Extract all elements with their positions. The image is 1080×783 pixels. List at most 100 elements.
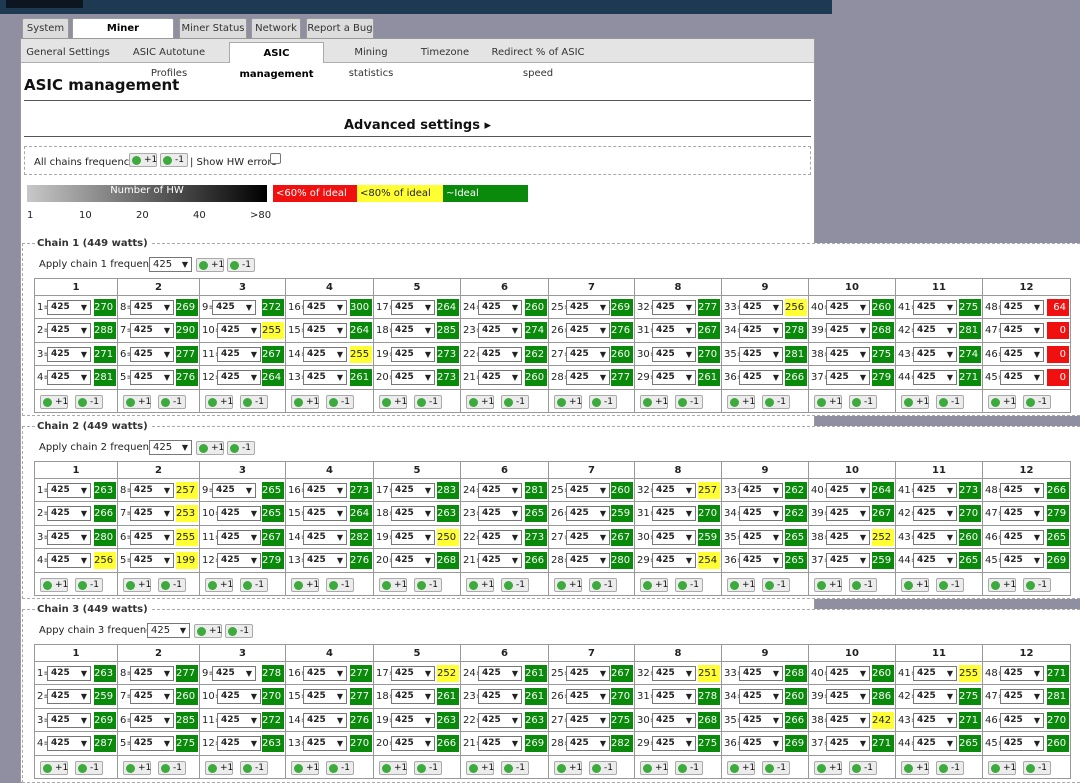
column-minus-button[interactable]: -1 <box>762 394 790 409</box>
asic-frequency-select[interactable]: 425 <box>739 483 783 498</box>
column-plus-button[interactable]: +1 <box>466 760 494 775</box>
chain-frequency-select[interactable]: 425 <box>149 440 192 455</box>
column-minus-button[interactable]: -1 <box>1023 394 1051 409</box>
asic-frequency-select[interactable]: 425 <box>303 689 347 705</box>
column-plus-button[interactable]: +1 <box>901 577 929 592</box>
asic-frequency-select[interactable]: 425 <box>391 506 435 522</box>
asic-frequency-select[interactable]: 425 <box>739 689 783 705</box>
column-plus-button[interactable]: +1 <box>901 394 929 409</box>
asic-frequency-select[interactable]: 425 <box>566 370 610 386</box>
column-plus-button[interactable]: +1 <box>640 760 668 775</box>
column-minus-button[interactable]: -1 <box>158 760 186 775</box>
asic-frequency-select[interactable]: 425 <box>130 736 174 752</box>
asic-frequency-select[interactable]: 425 <box>652 483 696 498</box>
asic-frequency-select[interactable]: 425 <box>826 323 870 339</box>
asic-frequency-select[interactable]: 425 <box>1000 736 1044 752</box>
asic-frequency-select[interactable]: 425 <box>478 300 522 315</box>
column-minus-button[interactable]: -1 <box>158 394 186 409</box>
column-plus-button[interactable]: +1 <box>554 577 582 592</box>
column-plus-button[interactable]: +1 <box>814 760 842 775</box>
asic-frequency-select[interactable]: 425 <box>913 346 957 362</box>
asic-frequency-select[interactable]: 425 <box>652 529 696 545</box>
asic-frequency-select[interactable]: 425 <box>303 712 347 728</box>
asic-frequency-select[interactable]: 425 <box>1000 712 1044 728</box>
asic-frequency-select[interactable]: 425 <box>478 553 522 569</box>
asic-frequency-select[interactable]: 425 <box>212 483 256 498</box>
asic-frequency-select[interactable]: 425 <box>826 370 870 386</box>
asic-frequency-select[interactable]: 425 <box>566 553 610 569</box>
asic-frequency-select[interactable]: 425 <box>478 529 522 545</box>
asic-frequency-select[interactable]: 425 <box>217 553 261 569</box>
subtab-asic-autotune-profiles[interactable]: ASIC Autotune Profiles <box>116 42 222 79</box>
column-minus-button[interactable]: -1 <box>326 394 354 409</box>
asic-frequency-select[interactable]: 425 <box>217 736 261 752</box>
asic-frequency-select[interactable]: 425 <box>652 370 696 386</box>
asic-frequency-select[interactable]: 425 <box>47 689 91 705</box>
column-minus-button[interactable]: -1 <box>158 577 186 592</box>
column-minus-button[interactable]: -1 <box>849 577 877 592</box>
asic-frequency-select[interactable]: 425 <box>566 346 610 362</box>
column-minus-button[interactable]: -1 <box>849 394 877 409</box>
asic-frequency-select[interactable]: 425 <box>130 689 174 705</box>
column-minus-button[interactable]: -1 <box>501 760 529 775</box>
column-minus-button[interactable]: -1 <box>936 394 964 409</box>
asic-frequency-select[interactable]: 425 <box>303 553 347 569</box>
asic-frequency-select[interactable]: 425 <box>913 712 957 728</box>
asic-frequency-select[interactable]: 425 <box>739 370 783 386</box>
asic-frequency-select[interactable]: 425 <box>739 666 783 681</box>
subtab-mining-statistics[interactable]: Mining statistics <box>331 42 411 79</box>
asic-frequency-select[interactable]: 425 <box>652 300 696 315</box>
chain-plus-button[interactable]: +1 <box>194 624 222 638</box>
column-minus-button[interactable]: -1 <box>849 760 877 775</box>
asic-frequency-select[interactable]: 425 <box>826 712 870 728</box>
asic-frequency-select[interactable]: 425 <box>1000 689 1044 705</box>
column-minus-button[interactable]: -1 <box>240 577 268 592</box>
column-plus-button[interactable]: +1 <box>205 394 233 409</box>
asic-frequency-select[interactable]: 425 <box>739 300 783 315</box>
asic-frequency-select[interactable]: 425 <box>566 300 610 315</box>
column-minus-button[interactable]: -1 <box>326 760 354 775</box>
show-hw-errors-checkbox[interactable] <box>270 153 281 164</box>
asic-frequency-select[interactable]: 425 <box>478 323 522 339</box>
asic-frequency-select[interactable]: 425 <box>47 553 91 569</box>
asic-frequency-select[interactable]: 425 <box>566 666 610 681</box>
column-minus-button[interactable]: -1 <box>501 394 529 409</box>
tab-report-bug[interactable]: Report a Bug <box>306 18 374 38</box>
asic-frequency-select[interactable]: 425 <box>739 736 783 752</box>
asic-frequency-select[interactable]: 425 <box>47 300 91 315</box>
asic-frequency-select[interactable]: 425 <box>739 323 783 339</box>
column-minus-button[interactable]: -1 <box>414 577 442 592</box>
asic-frequency-select[interactable]: 425 <box>826 506 870 522</box>
asic-frequency-select[interactable]: 425 <box>739 346 783 362</box>
asic-frequency-select[interactable]: 425 <box>566 483 610 498</box>
subtab-general-settings[interactable]: General Settings <box>26 42 110 63</box>
column-minus-button[interactable]: -1 <box>75 577 103 592</box>
asic-frequency-select[interactable]: 425 <box>826 736 870 752</box>
column-plus-button[interactable]: +1 <box>123 760 151 775</box>
asic-frequency-select[interactable]: 425 <box>478 689 522 705</box>
asic-frequency-select[interactable]: 425 <box>130 370 174 386</box>
asic-frequency-select[interactable]: 425 <box>47 529 91 545</box>
asic-frequency-select[interactable]: 425 <box>217 506 261 522</box>
tab-network[interactable]: Network <box>251 18 301 38</box>
asic-frequency-select[interactable]: 425 <box>913 506 957 522</box>
asic-frequency-select[interactable]: 425 <box>739 506 783 522</box>
tab-miner-status[interactable]: Miner Status <box>179 18 247 38</box>
subtab-timezone[interactable]: Timezone <box>419 42 471 63</box>
subtab-redirect-asic-speed[interactable]: Redirect % of ASIC speed <box>479 42 597 79</box>
asic-frequency-select[interactable]: 425 <box>303 300 347 315</box>
asic-frequency-select[interactable]: 425 <box>652 346 696 362</box>
asic-frequency-select[interactable]: 425 <box>566 736 610 752</box>
asic-frequency-select[interactable]: 425 <box>130 506 174 522</box>
column-plus-button[interactable]: +1 <box>988 577 1016 592</box>
asic-frequency-select[interactable]: 425 <box>913 553 957 569</box>
asic-frequency-select[interactable]: 425 <box>303 346 347 362</box>
asic-frequency-select[interactable]: 425 <box>1000 300 1044 315</box>
asic-frequency-select[interactable]: 425 <box>826 346 870 362</box>
column-plus-button[interactable]: +1 <box>988 760 1016 775</box>
column-plus-button[interactable]: +1 <box>123 394 151 409</box>
column-plus-button[interactable]: +1 <box>291 394 319 409</box>
asic-frequency-select[interactable]: 425 <box>652 553 696 569</box>
asic-frequency-select[interactable]: 425 <box>130 346 174 362</box>
asic-frequency-select[interactable]: 425 <box>391 323 435 339</box>
